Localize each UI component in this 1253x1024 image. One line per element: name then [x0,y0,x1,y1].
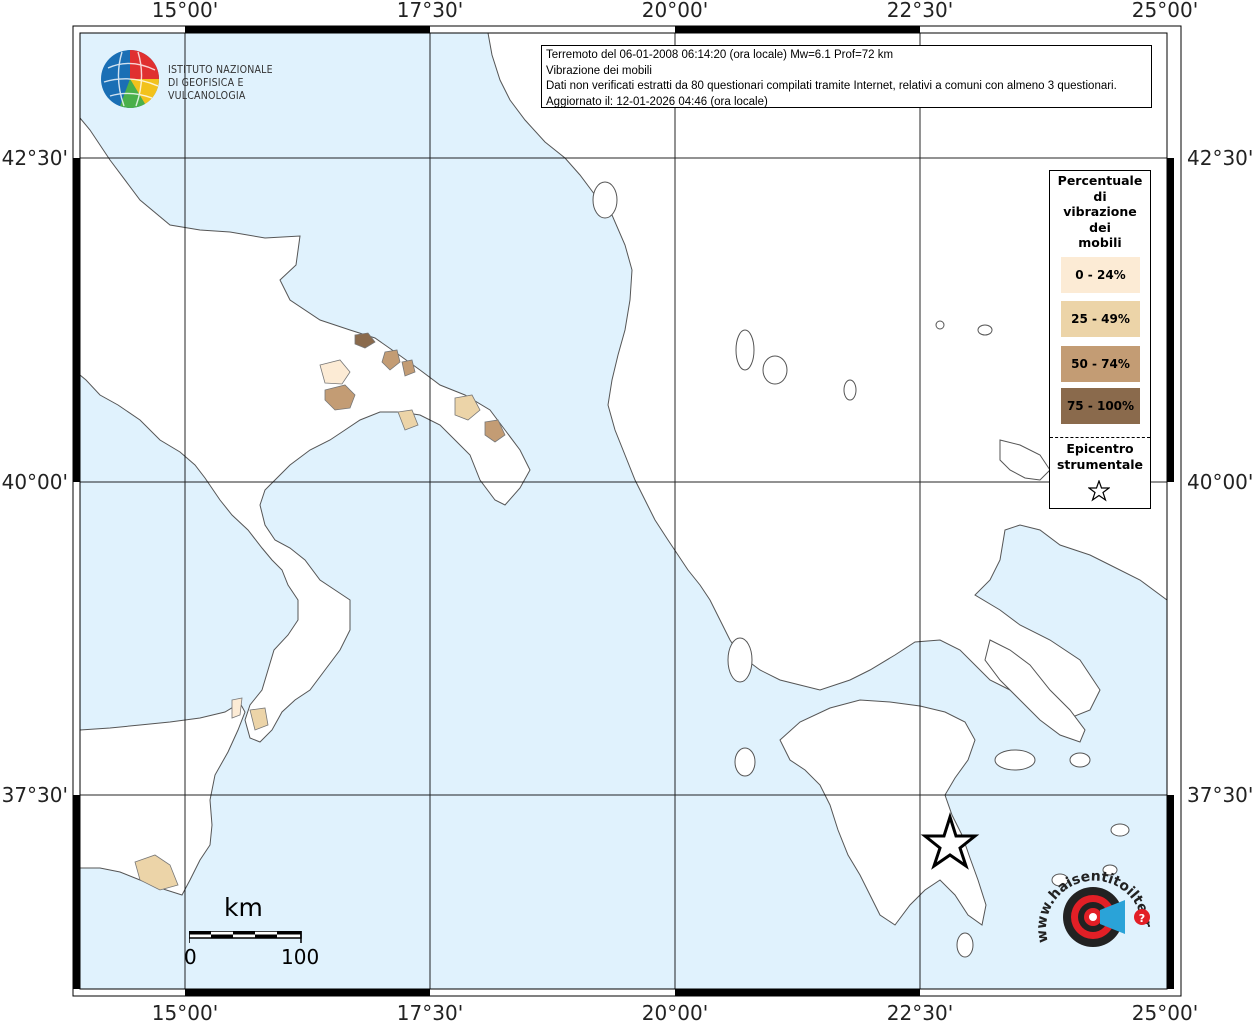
legend-title-line: mobili [1078,235,1122,250]
legend-separator [1050,437,1150,438]
lon-label-top: 25°00' [1132,0,1198,22]
legend-item-50-74: 50 - 74% [1061,346,1140,382]
lat-label-right: 37°30' [1187,783,1253,807]
ingv-logo-line2: DI GEOFISICA E VULCANOLOGIA [168,77,246,102]
lat-label-left: 40°00' [2,470,68,494]
lon-label-bottom: 17°30' [397,1001,463,1024]
legend-item-0-24: 0 - 24% [1061,257,1140,293]
island-zakynthos [734,747,756,777]
lon-label-bottom: 25°00' [1132,1001,1198,1024]
lon-label-top: 15°00' [152,0,218,22]
legend-item-25-49: 25 - 49% [1061,301,1140,337]
scale-bar: km 0 100 [184,893,326,973]
event-info-line: Terremoto del 06-01-2008 06:14:20 (ora l… [546,49,894,61]
svg-text:?: ? [1139,912,1145,925]
frame-bar-right [1167,795,1174,989]
legend-epicenter-line: Epicentro [1066,441,1134,456]
event-info-line: Aggiornato il: 12-01-2026 04:46 (ora loc… [546,95,768,108]
ingv-logo-line1: ISTITUTO NAZIONALE [168,64,273,76]
island-corfu [735,329,755,371]
event-info-line: Dati non verificati estratti da 80 quest… [546,80,1117,92]
scale-start: 0 [184,945,197,969]
lon-label-top: 22°30' [887,0,953,22]
island-crete-west [956,932,974,958]
frame-bar-top [675,26,920,33]
frame-bar-top [185,26,430,33]
island-kefalonia [727,637,753,683]
lon-label-top: 20°00' [642,0,708,22]
scale-bar-graphic [189,931,302,943]
ingv-logo-text: ISTITUTO NAZIONALE DI GEOFISICA E VULCAN… [168,64,320,103]
haisentito-logo: www.haisentitoilterremoto.it ? [1030,862,1165,974]
island [762,355,788,385]
legend-epicenter-label: Epicentro strumentale [1050,441,1150,473]
lat-label-left: 37°30' [2,783,68,807]
island [935,320,945,330]
legend: Percentuale di vibrazione dei mobili 0 -… [1049,170,1151,509]
ingv-globe-icon [101,50,160,108]
island [592,181,618,219]
legend-title-line: vibrazione [1063,204,1137,219]
event-info-line: Vibrazione dei mobili [546,64,652,77]
event-info-box: Terremoto del 06-01-2008 06:14:20 (ora l… [541,45,1152,108]
frame-bar-bottom [185,989,430,996]
lat-label-right: 42°30' [1187,146,1253,170]
legend-epicenter-line: strumentale [1056,457,1144,472]
island [1069,752,1091,768]
scale-end: 100 [281,945,320,969]
lon-label-bottom: 22°30' [887,1001,953,1024]
island [977,324,993,336]
frame-bar-right [1167,158,1174,482]
lat-label-right: 40°00' [1187,470,1253,494]
island [843,379,857,401]
frame-bar-bottom [675,989,920,996]
island [1110,823,1130,837]
legend-title-line: Percentuale [1057,173,1143,188]
frame-bar-left [73,795,80,989]
scale-unit: km [224,893,263,922]
frame-bar-left [73,158,80,482]
legend-item-75-100: 75 - 100% [1061,388,1140,424]
lon-label-bottom: 15°00' [152,1001,218,1024]
island [994,749,1036,771]
ingv-logo: ISTITUTO NAZIONALE DI GEOFISICA E VULCAN… [100,48,320,110]
haisentito-logo-icon: www.haisentitoilterremoto.it ? [1030,862,1154,947]
legend-title-line: di [1093,188,1107,204]
lat-label-left: 42°30' [2,146,68,170]
legend-title-line: dei [1089,219,1111,235]
star-icon [1088,480,1110,502]
lon-label-top: 17°30' [397,0,463,22]
lon-label-bottom: 20°00' [642,1001,708,1024]
legend-title: Percentuale di vibrazione dei mobili [1050,171,1150,251]
